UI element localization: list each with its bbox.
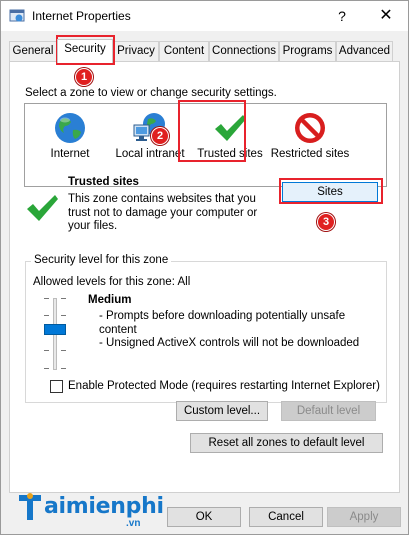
watermark-domain: .vn [126,518,141,529]
security-level-label: Security level for this zone [31,254,172,266]
zone-instruction: Select a zone to view or change security… [25,87,277,99]
level-description-line: - Unsigned ActiveX controls will not be … [99,337,360,349]
slider-tick [44,298,49,299]
ok-button[interactable]: OK [167,507,241,527]
tab-programs[interactable]: Programs [279,41,336,61]
custom-level-button[interactable]: Custom level... [176,401,268,421]
slider-tick [61,315,66,316]
internet-properties-window: Internet Properties ? ✕ General Security… [0,0,409,535]
watermark-brand: aimienphi [44,494,164,519]
cancel-button[interactable]: Cancel [249,507,323,527]
slider-tick [44,315,49,316]
selected-zone-title: Trusted sites [68,176,139,188]
security-level-slider-thumb[interactable] [44,324,66,335]
tab-connections[interactable]: Connections [209,41,279,61]
apply-button[interactable]: Apply [327,507,401,527]
annotation-highlight-trusted-sites [178,100,246,162]
default-level-button[interactable]: Default level [281,401,376,421]
window-title: Internet Properties [32,9,131,23]
taimienphi-watermark: aimienphi .vn [16,492,166,532]
green-check-icon [27,195,58,221]
tab-privacy[interactable]: Privacy [113,41,159,61]
zone-internet[interactable]: Internet [30,104,110,186]
zone-label: Internet [50,148,90,160]
selected-zone-description: This zone contains websites that you tru… [68,193,258,232]
title-bar: Internet Properties ? ✕ [1,1,408,31]
internet-properties-icon [9,9,25,22]
close-button[interactable]: ✕ [373,4,399,28]
protected-mode-label[interactable]: Enable Protected Mode (requires restarti… [68,380,380,392]
tab-content[interactable]: Content [159,41,209,61]
annotation-marker-1: 1 [75,68,93,86]
level-description-line: - Prompts before downloading potentially… [99,310,346,336]
annotation-marker-2: 2 [151,127,169,145]
security-level-name: Medium [88,294,132,306]
slider-tick [44,350,49,351]
zone-restricted-sites[interactable]: Restricted sites [270,104,350,186]
annotation-marker-3: 3 [317,213,335,231]
slider-tick [61,350,66,351]
slider-tick [61,368,66,369]
zone-label: Restricted sites [270,148,350,160]
taimienphi-logo-icon [19,493,41,520]
tab-security[interactable]: Security [57,39,113,63]
restricted-icon [295,113,325,143]
slider-tick [44,368,49,369]
help-button[interactable]: ? [331,4,353,28]
security-level-description: - Prompts before downloading potentially… [99,310,369,351]
globe-icon [55,113,85,143]
tab-general[interactable]: General [9,41,57,61]
protected-mode-checkbox[interactable] [50,380,63,393]
slider-tick [61,298,66,299]
allowed-levels-text: Allowed levels for this zone: All [33,276,191,288]
reset-all-zones-button[interactable]: Reset all zones to default level [190,433,383,453]
annotation-highlight-sites-button [279,178,383,204]
tab-advanced[interactable]: Advanced [336,41,393,61]
